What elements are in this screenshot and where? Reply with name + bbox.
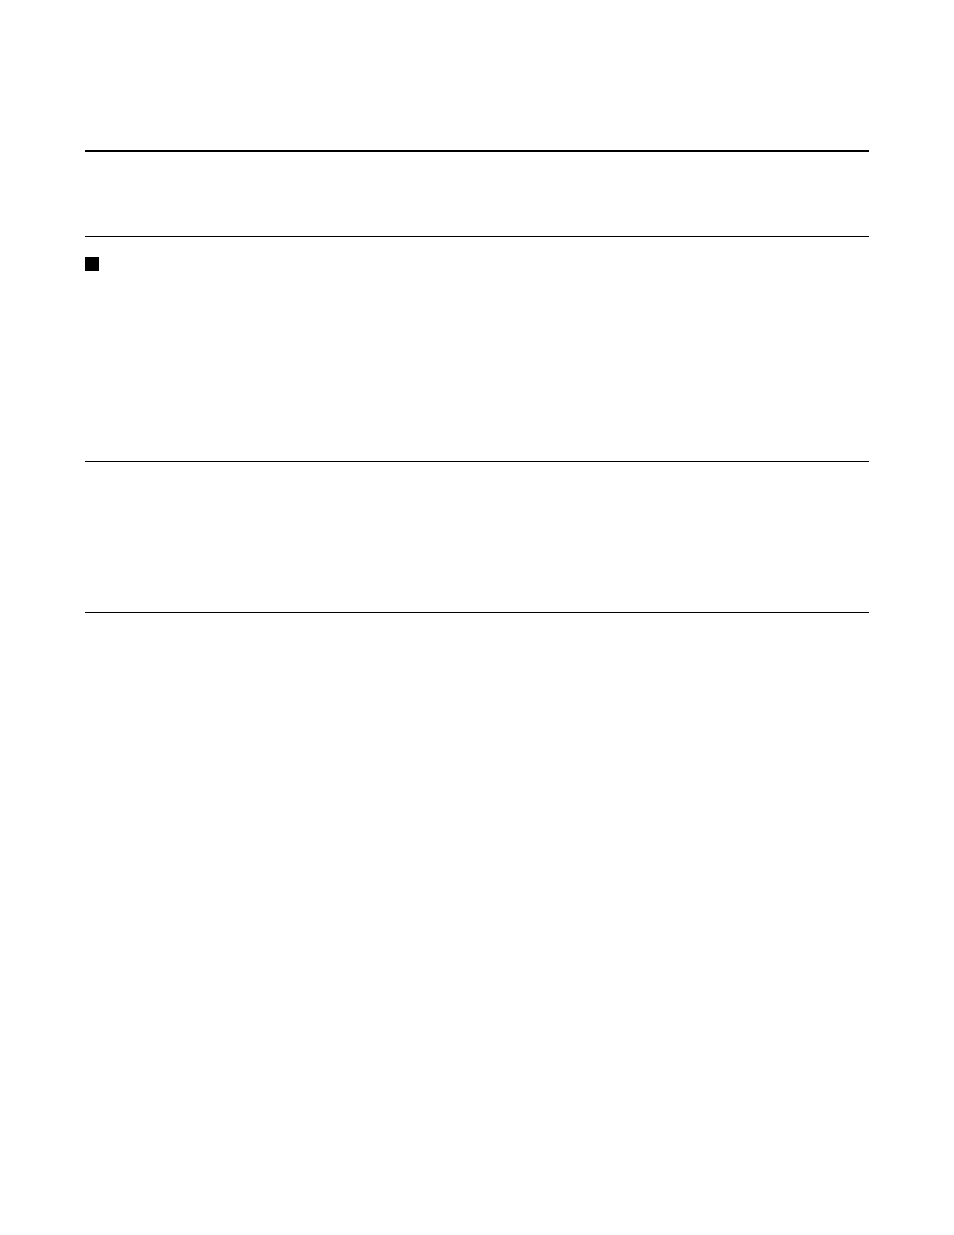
spacer bbox=[85, 462, 869, 612]
horizontal-rule-4 bbox=[85, 612, 869, 613]
spacer bbox=[85, 152, 869, 236]
bullet-row bbox=[85, 255, 869, 271]
document-page bbox=[0, 0, 954, 613]
square-bullet-icon bbox=[85, 257, 99, 271]
horizontal-rule-2 bbox=[85, 236, 869, 237]
spacer bbox=[85, 271, 869, 461]
